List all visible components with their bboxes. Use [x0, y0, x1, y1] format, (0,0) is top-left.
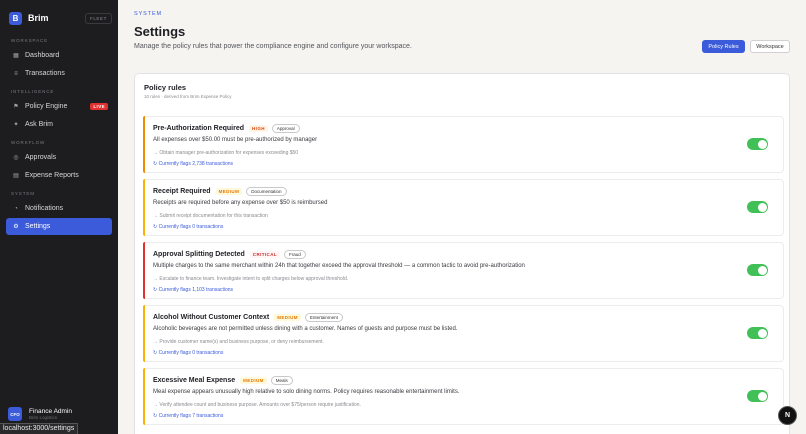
rule-toggle[interactable] — [747, 327, 768, 339]
panel-subtitle: 10 rules · derived from Brim Expense Pol… — [144, 94, 232, 99]
rule-flags-link[interactable]: ↻ Currently flags 1,103 transactions — [153, 287, 233, 293]
gear-icon: ⚙ — [13, 224, 19, 230]
category-tag: Documentation — [246, 187, 287, 196]
rule-card: Approval Splitting Detected CRITICAL Fra… — [143, 242, 784, 299]
sidebar-item-label: Transactions — [25, 70, 65, 77]
category-tag: Entertainment — [304, 313, 343, 322]
sidebar-item-label: Policy Engine — [25, 103, 68, 110]
live-badge: LIVE — [90, 103, 108, 110]
severity-badge: HIGH — [249, 125, 268, 132]
list-icon: ≡ — [14, 70, 18, 77]
category-tag: Meals — [270, 376, 293, 385]
panel-title: Policy rules — [144, 83, 187, 92]
category-tag: Approval — [271, 124, 300, 133]
rule-accent — [143, 179, 145, 236]
rule-card: Alcohol Without Customer Context MEDIUM … — [143, 305, 784, 362]
rule-toggle[interactable] — [747, 138, 768, 150]
tab-workspace[interactable]: Workspace — [750, 40, 790, 53]
brand-logo: B — [9, 11, 22, 25]
rule-action: → Verify attendee count and business pur… — [153, 402, 361, 408]
rule-accent — [143, 368, 145, 425]
sidebar-item-dashboard[interactable]: ▦ Dashboard — [6, 47, 112, 64]
bell-icon: ◔ — [14, 205, 18, 212]
rule-flags-link[interactable]: ↻ Currently flags 2,738 transactions — [153, 161, 233, 167]
rule-toggle[interactable] — [747, 264, 768, 276]
flag-icon: ⚑ — [13, 104, 19, 110]
page-title: Settings — [134, 24, 186, 39]
rule-name: Alcohol Without Customer Context — [153, 314, 270, 321]
rule-action: → Submit receipt documentation for this … — [153, 213, 268, 219]
rule-accent — [143, 116, 145, 173]
sparkle-icon: ✦ — [13, 122, 19, 128]
sidebar-item-notifications[interactable]: ◔ Notifications — [6, 200, 112, 217]
tab-policy-rules[interactable]: Policy Rules — [702, 40, 745, 53]
user-profile[interactable]: CFO Finance Admin Brim Logistics — [8, 407, 72, 421]
rule-toggle[interactable] — [747, 201, 768, 213]
sidebar-item-label: Settings — [25, 223, 51, 230]
rule-action: → Escalate to finance team. Investigate … — [153, 276, 349, 282]
sidebar-item-policy-engine[interactable]: ⚑ Policy Engine LIVE — [6, 98, 112, 115]
rule-name: Excessive Meal Expense — [153, 377, 236, 384]
rule-description: Receipts are required before any expense… — [153, 200, 328, 206]
url-tooltip: localhost:3000/settings — [0, 423, 79, 434]
category-tag: Fraud — [284, 250, 306, 259]
rule-name: Receipt Required — [153, 188, 211, 195]
section-label-intelligence: INTELLIGENCE — [11, 89, 55, 94]
rule-flags-link[interactable]: ↻ Currently flags 7 transactions — [153, 413, 223, 419]
rule-accent — [143, 305, 145, 362]
severity-badge: CRITICAL — [249, 251, 280, 258]
rule-description: Meal expense appears unusually high rela… — [153, 389, 460, 395]
severity-badge: MEDIUM — [215, 188, 243, 195]
section-label-workflow: WORKFLOW — [11, 140, 46, 145]
severity-badge: MEDIUM — [240, 377, 267, 384]
rule-toggle[interactable] — [747, 390, 768, 402]
grid-icon: ▦ — [13, 53, 19, 59]
sidebar-item-label: Expense Reports — [25, 172, 79, 179]
policy-rules-panel: Policy rules 10 rules · derived from Bri… — [134, 73, 790, 434]
fleet-badge: FLEET — [84, 12, 112, 24]
rule-description: Multiple charges to the same merchant wi… — [153, 263, 525, 269]
sidebar-item-approvals[interactable]: ◎ Approvals — [6, 149, 112, 166]
section-label-system: SYSTEM — [11, 191, 35, 196]
user-org: Brim Logistics — [29, 415, 58, 420]
rule-description: Alcoholic beverages are not permitted un… — [153, 326, 458, 332]
rule-accent — [143, 242, 145, 299]
rule-card: Receipt Required MEDIUM Documentation Re… — [143, 179, 784, 236]
section-label-workspace: WORKSPACE — [11, 38, 49, 43]
brand-name: Brim — [28, 13, 49, 23]
severity-badge: MEDIUM — [274, 314, 301, 321]
rule-card: Pre-Authorization Required HIGH Approval… — [143, 116, 784, 173]
sidebar-item-settings[interactable]: ⚙ Settings — [6, 218, 112, 235]
sidebar-item-label: Approvals — [25, 154, 57, 161]
page-description: Manage the policy rules that power the c… — [134, 43, 412, 50]
brand[interactable]: B Brim FLEET — [9, 5, 112, 31]
rule-name: Pre-Authorization Required — [153, 125, 245, 132]
check-icon: ◎ — [13, 155, 19, 161]
avatar: CFO — [8, 407, 22, 421]
rule-action: → Obtain manager pre-authorization for e… — [153, 150, 299, 156]
sidebar-item-expense-reports[interactable]: ▤ Expense Reports — [6, 167, 112, 184]
rule-action: → Provide customer name(s) and business … — [153, 339, 324, 345]
sidebar-item-ask-brim[interactable]: ✦ Ask Brim — [6, 116, 112, 133]
rule-name: Approval Splitting Detected — [153, 251, 245, 258]
rule-flags-link[interactable]: ↻ Currently flags 0 transactions — [153, 350, 223, 356]
user-name: Finance Admin — [29, 408, 72, 415]
report-icon: ▤ — [13, 173, 19, 179]
sidebar-item-transactions[interactable]: ≡ Transactions — [6, 65, 112, 82]
sidebar-item-label: Notifications — [25, 205, 64, 212]
rule-card: Excessive Meal Expense MEDIUM Meals Meal… — [143, 368, 784, 425]
sidebar: B Brim FLEET WORKSPACE ▦ Dashboard ≡ Tra… — [0, 0, 118, 434]
sidebar-item-label: Dashboard — [25, 52, 60, 59]
main-content: SYSTEM Settings Manage the policy rules … — [118, 0, 806, 434]
sidebar-item-label: Ask Brim — [25, 121, 53, 128]
page-kicker: SYSTEM — [134, 11, 163, 17]
rule-description: All expenses over $50.00 must be pre-aut… — [153, 137, 318, 143]
rule-flags-link[interactable]: ↻ Currently flags 0 transactions — [153, 224, 223, 230]
help-fab-button[interactable]: N — [778, 406, 797, 425]
